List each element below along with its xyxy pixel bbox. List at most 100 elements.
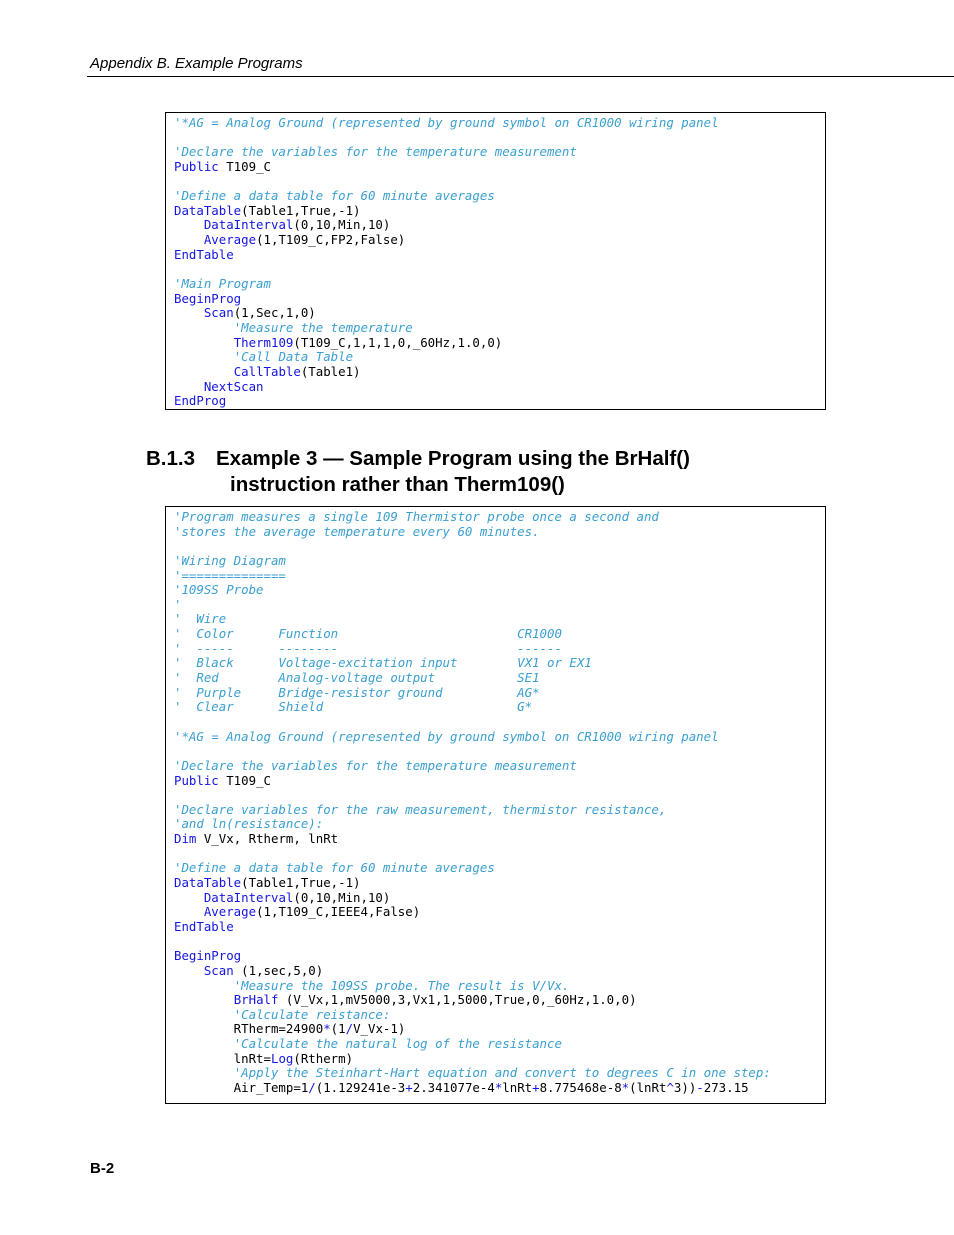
code-line: 'Define a data table for 60 minute avera… xyxy=(174,861,825,876)
code-keyword: EndProg xyxy=(174,393,227,409)
section-title-line2: instruction rather than Therm109() xyxy=(230,473,565,496)
code-comment: 'Measure the temperature xyxy=(233,319,413,335)
code-keyword: Average xyxy=(203,904,257,920)
code-text: (V_Vx,1,mV5000,3,Vx1,1,5000,True,0,_60Hz… xyxy=(278,992,637,1008)
code-line: CallTable(Table1) xyxy=(174,363,825,380)
code-comment: 'Wiring Diagram xyxy=(174,552,286,568)
code-text: (1.129241e-3 xyxy=(315,1079,406,1095)
code-line: EndTable xyxy=(174,247,825,263)
code-keyword: DataTable xyxy=(174,875,242,891)
code-operator: / xyxy=(308,1079,316,1095)
code-line: Air_Temp=1/(1.129241e-3+2.341077e-4*lnRt… xyxy=(174,1079,825,1096)
code-keyword: Scan xyxy=(203,305,234,321)
code-keyword: BrHalf xyxy=(233,992,279,1008)
code-block-1: '*AG = Analog Ground (represented by gro… xyxy=(165,112,826,410)
code-comment: 'Define a data table for 60 minute avera… xyxy=(174,188,495,204)
code-text: (Table1,True,-1) xyxy=(241,875,361,891)
code-line: Average(1,T109_C,IEEE4,False) xyxy=(174,904,825,920)
code-comment: ' ----- -------- ------ xyxy=(174,640,562,656)
code-keyword: Dim xyxy=(174,831,197,847)
code-text: V_Vx, Rtherm, lnRt xyxy=(196,831,339,847)
code-operator: - xyxy=(696,1079,704,1095)
code-comment: 'Declare the variables for the temperatu… xyxy=(174,757,577,773)
code-line: ' Purple Bridge-resistor ground AG* xyxy=(174,685,825,701)
code-keyword: Log xyxy=(270,1050,294,1066)
code-keyword: DataInterval xyxy=(203,217,294,233)
code-line: Scan(1,Sec,1,0) xyxy=(174,306,825,321)
code-text: (Table1,True,-1) xyxy=(241,202,361,218)
code-comment: 'Define a data table for 60 minute avera… xyxy=(174,860,495,876)
code-comment: ' xyxy=(174,596,182,612)
code-line: 'Apply the Steinhart-Hart equation and c… xyxy=(174,1066,825,1081)
code-line: ' ----- -------- ------ xyxy=(174,640,825,657)
code-line: '*AG = Analog Ground (represented by gro… xyxy=(174,729,825,745)
code-line: Public T109_C xyxy=(174,773,825,789)
code-line: 'Main Program xyxy=(174,276,825,292)
code-text: (1,sec,5,0) xyxy=(233,962,324,978)
code-text: (1 xyxy=(330,1021,346,1037)
code-line: 'Call Data Table xyxy=(174,349,825,365)
code-line: 'Declare the variables for the temperatu… xyxy=(174,757,825,774)
code-line: 'Measure the 109SS probe. The result is … xyxy=(174,978,825,994)
code-keyword: DataTable xyxy=(174,202,242,218)
code-comment: 'stores the average temperature every 60… xyxy=(174,523,540,539)
code-text: RTherm=24900 xyxy=(174,1021,324,1037)
code-comment: '*AG = Analog Ground (represented by gro… xyxy=(174,115,719,130)
code-line: DataInterval(0,10,Min,10) xyxy=(174,218,825,233)
code-text: (1,T109_C,FP2,False) xyxy=(256,232,406,248)
code-text: 3)) xyxy=(673,1079,697,1095)
code-keyword: Public xyxy=(174,158,219,174)
code-line: DataTable(Table1,True,-1) xyxy=(174,202,825,219)
code-comment: 'Declare variables for the raw measureme… xyxy=(174,801,667,817)
code-text: 2.341077e-4 xyxy=(412,1079,495,1095)
code-keyword: EndTable xyxy=(174,918,234,934)
code-line: Dim V_Vx, Rtherm, lnRt xyxy=(174,831,825,847)
code-line: 'Program measures a single 109 Thermisto… xyxy=(174,509,825,525)
code-text: (T109_C,1,1,1,0,_60Hz,1.0,0) xyxy=(293,334,503,350)
code-line: ' xyxy=(174,596,825,613)
code-line: DataTable(Table1,True,-1) xyxy=(174,875,825,891)
section-title-line1: Example 3 — Sample Program using the BrH… xyxy=(216,447,690,470)
code-keyword: BeginProg xyxy=(174,290,242,306)
code-line: EndProg xyxy=(174,393,825,409)
code-keyword: DataInterval xyxy=(203,889,294,905)
code-text: lnRt= xyxy=(174,1050,271,1066)
code-line: BeginProg xyxy=(174,948,825,964)
code-line: ' Color Function CR1000 xyxy=(174,626,825,642)
code-operator: ^ xyxy=(666,1079,674,1095)
code-text: (0,10,Min,10) xyxy=(293,217,391,233)
code-line: Public T109_C xyxy=(174,158,825,175)
code-line: ' Clear Shield G* xyxy=(174,700,825,715)
code-text: (Rtherm) xyxy=(293,1050,354,1066)
code-text: 8.775468e-8 xyxy=(539,1079,622,1095)
code-text: (Table1) xyxy=(300,363,361,379)
code-comment: 'Calculate reistance: xyxy=(233,1006,391,1022)
code-line: 'Calculate reistance: xyxy=(174,1006,825,1023)
code-comment: 'Call Data Table xyxy=(233,349,354,365)
section-heading: B.1.3 Example 3 — Sample Program using th… xyxy=(146,446,690,498)
code-comment: 'and ln(resistance): xyxy=(174,816,324,832)
code-text: (lnRt xyxy=(629,1079,667,1095)
code-line: ' Red Analog-voltage output SE1 xyxy=(174,670,825,686)
code-line: Average(1,T109_C,FP2,False) xyxy=(174,232,825,248)
code-line: 'and ln(resistance): xyxy=(174,817,825,832)
code-comment: ' Wire xyxy=(174,611,227,627)
code-line: Scan (1,sec,5,0) xyxy=(174,962,825,979)
code-operator: / xyxy=(345,1021,354,1037)
code-line: DataInterval(0,10,Min,10) xyxy=(174,889,825,906)
